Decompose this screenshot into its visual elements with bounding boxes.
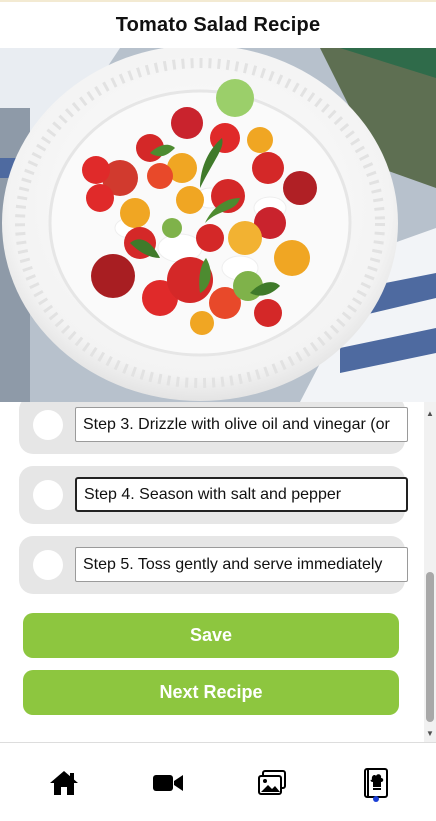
recipe-book-icon (364, 768, 388, 798)
scroll-thumb[interactable] (426, 572, 434, 722)
vertical-scrollbar[interactable]: ▲ ▼ (424, 402, 436, 742)
step-row-3 (19, 402, 408, 454)
step-3-checkbox[interactable] (33, 410, 63, 440)
step-row-5 (19, 536, 408, 594)
steps-scroll-area[interactable]: Save Next Recipe (0, 402, 436, 742)
step-row-4 (19, 466, 408, 524)
step-4-input[interactable] (75, 477, 408, 512)
step-5-checkbox[interactable] (33, 550, 63, 580)
active-tab-indicator (373, 796, 379, 802)
video-camera-icon (153, 775, 183, 791)
scroll-down-arrow-icon[interactable]: ▼ (424, 726, 436, 740)
home-icon (50, 771, 78, 795)
nav-photos[interactable] (254, 765, 290, 801)
step-4-checkbox[interactable] (33, 480, 63, 510)
page-title: Tomato Salad Recipe (115, 13, 321, 36)
photos-icon (258, 770, 286, 795)
scroll-up-arrow-icon[interactable]: ▲ (424, 406, 436, 420)
bottom-navigation (0, 742, 436, 821)
next-recipe-button[interactable]: Next Recipe (23, 670, 399, 715)
recipe-photo (0, 48, 436, 402)
save-button[interactable]: Save (23, 613, 399, 658)
step-5-input[interactable] (75, 547, 408, 582)
nav-video[interactable] (150, 765, 186, 801)
salad-illustration (0, 48, 436, 402)
app-header: Tomato Salad Recipe (0, 0, 436, 48)
nav-home[interactable] (46, 765, 82, 801)
step-3-input[interactable] (75, 407, 408, 442)
